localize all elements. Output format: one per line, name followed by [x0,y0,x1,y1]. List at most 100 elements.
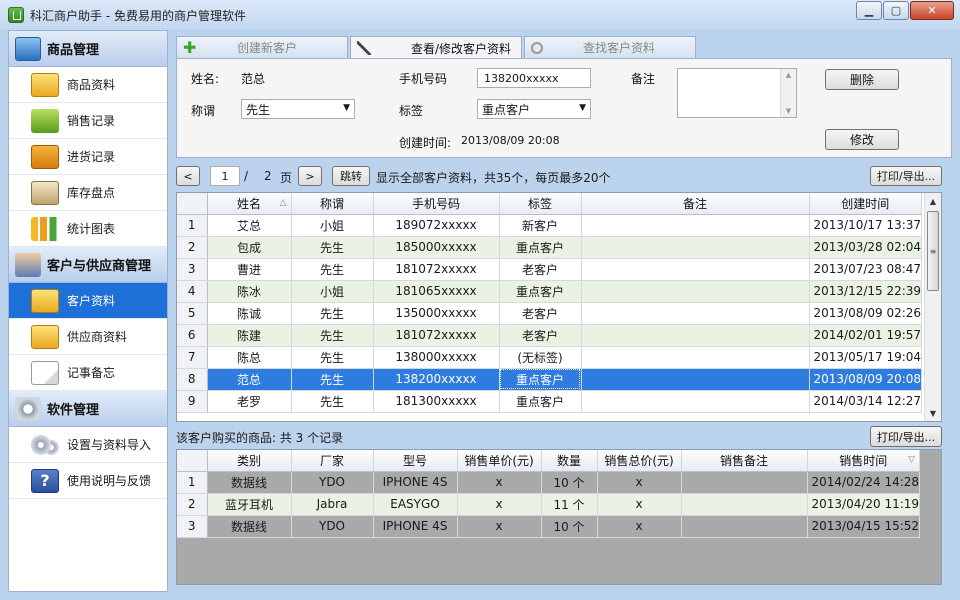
table-cell[interactable]: 新客户 [499,214,582,237]
table-cell[interactable]: 陈建 [207,324,292,347]
table-cell[interactable]: 2013/04/15 15:52 [807,515,921,538]
table-cell[interactable]: 2014/03/14 12:27 [809,390,923,413]
table-cell[interactable]: 重点客户 [499,236,582,259]
table-row[interactable]: 9 老罗 先生 181300xxxxx 重点客户 2014/03/14 12:27 [177,390,923,413]
table-row[interactable]: 6 陈建 先生 181072xxxxx 老客户 2014/02/01 19:57 [177,324,923,347]
table-cell[interactable]: 181065xxxxx [373,280,500,303]
column-header-phone[interactable]: 手机号码 [373,193,500,215]
table-cell[interactable]: x [457,471,542,494]
table-cell[interactable]: 老客户 [499,258,582,281]
table-cell[interactable]: 2013/08/09 20:08 [809,368,923,391]
table-cell[interactable]: 2013/05/17 19:04 [809,346,923,369]
sidebar-section-customers[interactable]: 客户与供应商管理 [9,247,167,283]
phone-input[interactable]: 138200xxxxx [477,68,591,88]
table-cell[interactable]: 11 个 [541,493,598,516]
table-cell[interactable] [581,280,810,303]
table-cell[interactable] [581,346,810,369]
table-cell[interactable]: 先生 [291,346,374,369]
table-cell[interactable]: 蓝牙耳机 [207,493,292,516]
sidebar-item-statistics[interactable]: 统计图表 [9,211,167,247]
table-cell[interactable]: IPHONE 4S [373,471,458,494]
table-cell[interactable]: (无标签) [499,346,582,369]
modify-button[interactable]: 修改 [825,129,899,150]
sidebar-section-software[interactable]: 软件管理 [9,391,167,427]
table-cell[interactable] [581,302,810,325]
sidebar-item-purchase-records[interactable]: 进货记录 [9,139,167,175]
table-cell[interactable]: 先生 [291,324,374,347]
table-cell[interactable]: 10 个 [541,515,598,538]
table-cell[interactable] [581,236,810,259]
title-select[interactable]: 先生 ▼ [241,99,355,119]
table-cell[interactable]: YDO [291,471,374,494]
scroll-down-arrow-icon[interactable]: ▼ [925,405,941,421]
sidebar-item-customer-info[interactable]: 客户资料 [9,283,167,319]
table-cell[interactable]: 2014/02/01 19:57 [809,324,923,347]
table-cell[interactable]: 先生 [291,236,374,259]
note-textarea[interactable]: ▲ ▼ [677,68,797,118]
table-row[interactable]: 2 包成 先生 185000xxxxx 重点客户 2013/03/28 02:04 [177,236,923,259]
column-header-category[interactable]: 类别 [207,450,292,472]
table-cell[interactable]: 181300xxxxx [373,390,500,413]
table-cell[interactable]: 181072xxxxx [373,324,500,347]
tab-view-edit-customer[interactable]: 查看/修改客户资料 [350,36,522,59]
customer-grid-scrollbar[interactable]: ▲ ≡ ▼ [924,193,941,421]
table-cell[interactable]: 范总 [207,368,292,391]
table-cell[interactable]: 重点客户 [499,368,582,391]
table-cell[interactable]: 陈总 [207,346,292,369]
table-cell[interactable]: 先生 [291,390,374,413]
table-row[interactable]: 8 范总 先生 138200xxxxx 重点客户 2013/08/09 20:08 [177,368,923,391]
column-header-quantity[interactable]: 数量 [541,450,598,472]
sidebar-item-goods-info[interactable]: 商品资料 [9,67,167,103]
table-cell[interactable]: 小姐 [291,214,374,237]
name-value[interactable]: 范总 [241,70,265,87]
table-row[interactable]: 4 陈冰 小姐 181065xxxxx 重点客户 2013/12/15 22:39 [177,280,923,303]
sidebar-section-goods[interactable]: 商品管理 [9,31,167,67]
table-cell[interactable]: 2013/04/20 11:19 [807,493,921,516]
table-cell[interactable]: 老客户 [499,302,582,325]
tab-search-customer[interactable]: 查找客户资料 [524,36,696,58]
table-cell[interactable]: x [597,515,682,538]
column-header-name[interactable]: 姓名 △ [207,193,292,215]
table-cell[interactable] [581,368,810,391]
table-cell[interactable]: 10 个 [541,471,598,494]
table-cell[interactable] [581,258,810,281]
table-cell[interactable]: 重点客户 [499,390,582,413]
next-page-button[interactable]: > [298,166,322,186]
table-cell[interactable] [581,214,810,237]
column-header-sale-time[interactable]: 销售时间 ▽ [807,450,921,472]
tab-create-customer[interactable]: ✚ 创建新客户 [176,36,348,58]
table-cell[interactable]: 2013/07/23 08:47 [809,258,923,281]
table-cell[interactable]: x [457,515,542,538]
sidebar-item-memo[interactable]: 记事备忘 [9,355,167,391]
scrollbar-thumb[interactable]: ≡ [927,211,939,291]
delete-button[interactable]: 删除 [825,69,899,90]
table-cell[interactable] [581,324,810,347]
tag-select[interactable]: 重点客户 ▼ [477,99,591,119]
table-cell[interactable]: x [597,493,682,516]
table-cell[interactable]: x [597,471,682,494]
table-cell[interactable]: 曹进 [207,258,292,281]
jump-button[interactable]: 跳转 [332,166,370,186]
sidebar-item-sales-records[interactable]: 销售记录 [9,103,167,139]
table-cell[interactable]: EASYGO [373,493,458,516]
table-cell[interactable]: Jabra [291,493,374,516]
table-cell[interactable] [681,493,808,516]
column-header-tag[interactable]: 标签 [499,193,582,215]
page-number-input[interactable]: 1 [210,166,240,186]
column-header-created[interactable]: 创建时间 [809,193,923,215]
scroll-up-arrow-icon[interactable]: ▲ [925,193,941,209]
column-header-unit-price[interactable]: 销售单价(元) [457,450,542,472]
table-cell[interactable]: 先生 [291,368,374,391]
table-cell[interactable] [681,471,808,494]
table-cell[interactable]: 陈诚 [207,302,292,325]
table-cell[interactable]: 2014/02/24 14:28 [807,471,921,494]
table-cell[interactable]: 2013/08/09 02:26 [809,302,923,325]
table-cell[interactable]: 138000xxxxx [373,346,500,369]
table-cell[interactable]: 2013/12/15 22:39 [809,280,923,303]
sidebar-item-settings-import[interactable]: 设置与资料导入 [9,427,167,463]
table-cell[interactable]: 135000xxxxx [373,302,500,325]
table-cell[interactable]: 陈冰 [207,280,292,303]
sidebar-item-inventory[interactable]: 库存盘点 [9,175,167,211]
table-cell[interactable]: 2013/03/28 02:04 [809,236,923,259]
column-header-sale-note[interactable]: 销售备注 [681,450,808,472]
